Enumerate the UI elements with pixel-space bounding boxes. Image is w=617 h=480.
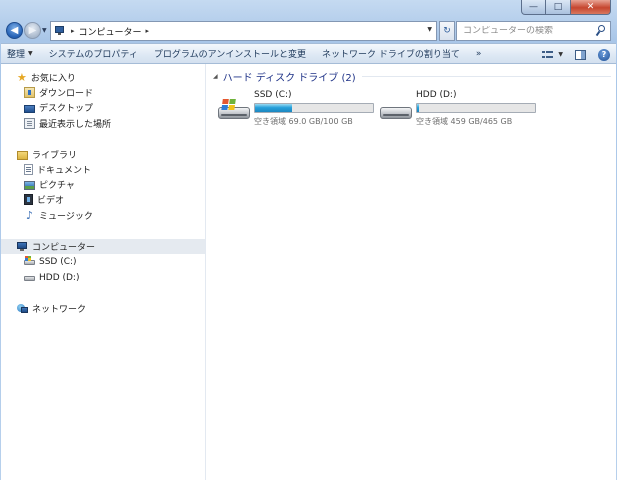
content-area: ★ お気に入り ダウンロード デスクトップ 最近表示した場所 ライブラリ ドキュ…: [1, 64, 616, 480]
map-network-drive-button[interactable]: ネットワーク ドライブの割り当て: [314, 43, 468, 64]
nav-label: お気に入り: [30, 74, 76, 84]
favorites-star-icon: ★: [17, 71, 27, 84]
nav-computer[interactable]: コンピューター: [1, 239, 205, 254]
nav-item-videos[interactable]: ビデオ: [1, 192, 205, 207]
organize-menu[interactable]: 整理 ▼: [1, 43, 41, 64]
drive-name: SSD (C:): [254, 90, 292, 100]
nav-item-ssd-c[interactable]: SSD (C:): [1, 254, 205, 269]
nav-label: ライブラリ: [32, 151, 78, 161]
nav-label: HDD (D:): [39, 272, 80, 283]
nav-item-downloads[interactable]: ダウンロード: [1, 85, 205, 100]
computer-icon: [17, 241, 28, 252]
drive-free-space: 空き領域 69.0 GB/100 GB: [254, 117, 353, 126]
help-icon[interactable]: ?: [598, 48, 610, 61]
drive-tile-ssd-c[interactable]: SSD (C:) 空き領域 69.0 GB/100 GB: [218, 90, 378, 126]
drive-tile-hdd-d[interactable]: HDD (D:) 空き領域 459 GB/465 GB: [380, 90, 540, 126]
recent-places-icon: [24, 118, 35, 129]
minimize-button[interactable]: —: [521, 0, 546, 15]
drive-usage-bar: [254, 103, 374, 113]
forward-button[interactable]: ▶: [24, 22, 41, 39]
nav-network[interactable]: ネットワーク: [1, 301, 205, 316]
change-view-icon[interactable]: [542, 50, 554, 60]
recent-pages-dropdown[interactable]: ▼: [42, 27, 47, 34]
nav-item-hdd-d[interactable]: HDD (D:): [1, 270, 205, 285]
hard-drive-icon: [380, 98, 412, 120]
network-icon: [17, 303, 28, 314]
preview-pane-icon[interactable]: [575, 49, 586, 60]
nav-item-pictures[interactable]: ピクチャ: [1, 177, 205, 192]
nav-label: ピクチャ: [39, 181, 75, 191]
organize-label: 整理: [7, 50, 26, 60]
caption-buttons: — □ ✕: [521, 0, 611, 15]
computer-icon: [55, 26, 67, 36]
system-drive-icon: [24, 256, 35, 267]
pictures-icon: [24, 181, 35, 190]
libraries-icon: [17, 151, 28, 160]
view-options-dropdown[interactable]: ▼: [558, 51, 563, 58]
explorer-window: — □ ✕ ◀ ▶ ▼ ▸ コンピューター ▸ ▼ ↻ 整理▼ システムのプロパ…: [0, 0, 617, 480]
system-properties-button[interactable]: システムのプロパティ: [41, 43, 146, 64]
drive-name: HDD (D:): [416, 90, 457, 100]
system-drive-icon: [218, 98, 250, 120]
nav-item-music[interactable]: ♪ ミュージック: [1, 208, 205, 223]
drive-usage-bar: [416, 103, 536, 113]
music-icon: ♪: [25, 209, 34, 222]
view-controls: ▼ ?: [542, 46, 610, 63]
refresh-button[interactable]: ↻: [439, 21, 455, 41]
nav-libraries[interactable]: ライブラリ: [1, 147, 205, 162]
address-bar[interactable]: ▸ コンピューター ▸ ▼: [50, 21, 437, 41]
search-box[interactable]: [456, 21, 611, 41]
nav-label: ドキュメント: [37, 166, 92, 176]
nav-label: デスクトップ: [39, 104, 94, 114]
back-button[interactable]: ◀: [6, 22, 23, 39]
drive-usage-fill: [255, 104, 292, 112]
group-divider: [361, 76, 611, 77]
breadcrumb-separator[interactable]: ▸: [71, 27, 75, 35]
breadcrumb-computer[interactable]: コンピューター: [79, 25, 142, 38]
desktop-icon: [24, 104, 35, 113]
nav-favorites[interactable]: ★ お気に入り: [1, 70, 205, 85]
nav-item-recent-places[interactable]: 最近表示した場所: [1, 116, 205, 131]
nav-label: ネットワーク: [32, 305, 87, 315]
hard-drive-icon: [24, 272, 35, 283]
breadcrumb-separator[interactable]: ▸: [146, 27, 150, 35]
file-list-pane: ◢ ハード ディスク ドライブ (2) SSD (C:) 空き領域 69.0 G…: [207, 64, 616, 480]
documents-icon: [24, 164, 33, 175]
address-history-dropdown[interactable]: ▼: [427, 26, 432, 33]
forward-arrow-icon: ▶: [28, 25, 37, 36]
close-button[interactable]: ✕: [571, 0, 611, 15]
videos-icon: [24, 194, 33, 205]
downloads-folder-icon: [24, 87, 35, 98]
nav-label: ミュージック: [39, 212, 93, 222]
search-input[interactable]: [463, 26, 591, 36]
nav-label: ダウンロード: [39, 89, 94, 99]
command-bar: 整理 ▼ システムのプロパティ プログラムのアンインストールと変更 ネットワーク …: [1, 43, 616, 64]
group-header-hard-disk-drives[interactable]: ◢ ハード ディスク ドライブ (2): [213, 69, 611, 84]
maximize-button[interactable]: □: [546, 0, 571, 15]
drive-free-space: 空き領域 459 GB/465 GB: [416, 117, 513, 126]
drive-usage-fill: [417, 104, 419, 112]
nav-label: 最近表示した場所: [39, 120, 112, 130]
navigation-row: ◀ ▶ ▼ ▸ コンピューター ▸ ▼ ↻: [0, 17, 617, 43]
nav-label: ビデオ: [37, 196, 65, 206]
more-commands-button[interactable]: »: [468, 43, 490, 64]
search-icon[interactable]: [595, 25, 606, 37]
navigation-pane: ★ お気に入り ダウンロード デスクトップ 最近表示した場所 ライブラリ ドキュ…: [1, 64, 206, 480]
nav-label: SSD (C:): [39, 256, 77, 267]
chevron-down-icon: ▼: [28, 50, 33, 57]
back-arrow-icon: ◀: [10, 25, 19, 36]
group-title: ハード ディスク ドライブ (2): [222, 73, 356, 84]
nav-item-desktop[interactable]: デスクトップ: [1, 100, 205, 115]
uninstall-programs-button[interactable]: プログラムのアンインストールと変更: [146, 43, 314, 64]
collapse-triangle-icon[interactable]: ◢: [213, 73, 218, 80]
nav-label: コンピューター: [32, 243, 96, 253]
nav-item-documents[interactable]: ドキュメント: [1, 162, 205, 177]
refresh-icon: ↻: [443, 26, 451, 36]
